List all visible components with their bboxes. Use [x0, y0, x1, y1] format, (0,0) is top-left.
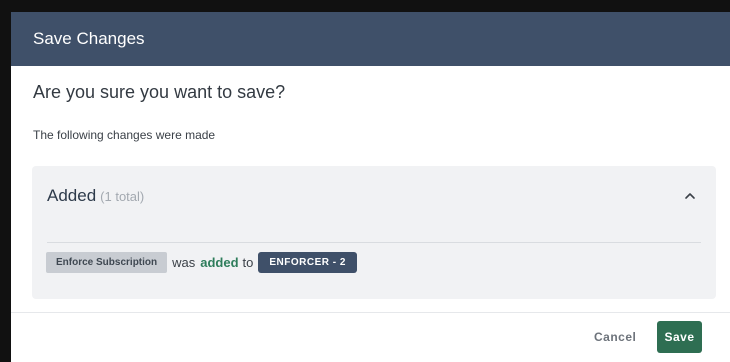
- dialog-title: Save Changes: [33, 29, 145, 48]
- target-tag: ENFORCER - 2: [258, 252, 357, 273]
- added-changes-panel: Added (1 total) Enforce Subscription was …: [32, 166, 716, 299]
- change-action: added: [200, 255, 239, 270]
- dialog-header: Save Changes: [11, 12, 730, 66]
- field-tag: Enforce Subscription: [46, 252, 168, 273]
- cancel-button[interactable]: Cancel: [594, 330, 636, 344]
- save-button[interactable]: Save: [657, 321, 702, 353]
- panel-divider: [47, 242, 701, 243]
- panel-count: (1 total): [100, 189, 145, 204]
- panel-header[interactable]: Added (1 total): [47, 186, 144, 206]
- save-changes-dialog: Save Changes Are you sure you want to sa…: [11, 12, 730, 362]
- change-verb-text: was: [172, 255, 196, 270]
- footer-divider: [11, 312, 730, 313]
- confirmation-question: Are you sure you want to save?: [33, 82, 286, 102]
- changes-subtext: The following changes were made: [33, 128, 216, 142]
- change-item: Enforce Subscription was added to ENFORC…: [46, 252, 357, 273]
- chevron-up-icon[interactable]: [682, 188, 698, 204]
- panel-heading: Added: [47, 186, 97, 205]
- change-preposition: to: [242, 255, 254, 270]
